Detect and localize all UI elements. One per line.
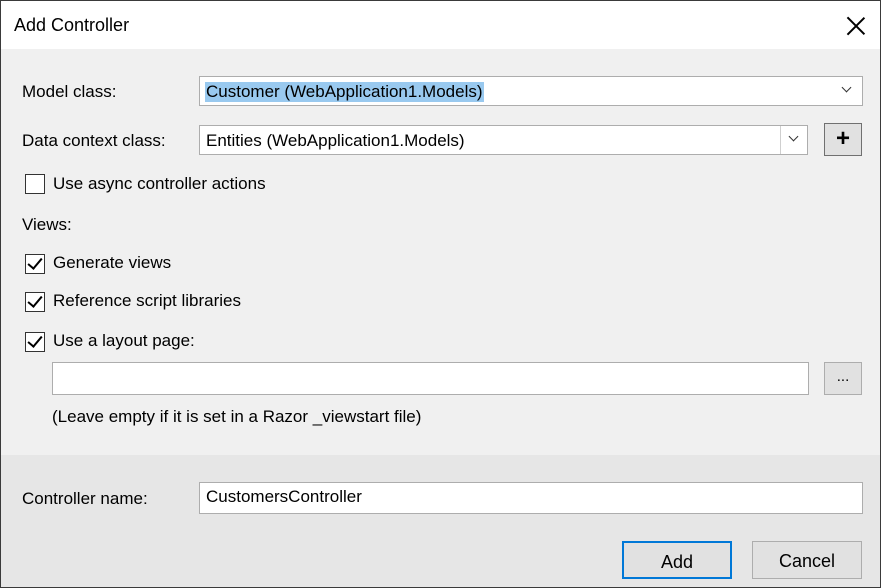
reference-scripts-label[interactable]: Reference script libraries bbox=[53, 291, 241, 311]
layout-page-input[interactable] bbox=[59, 367, 802, 387]
views-heading: Views: bbox=[22, 215, 72, 234]
use-layout-checkbox[interactable] bbox=[25, 332, 45, 352]
generate-views-label[interactable]: Generate views bbox=[53, 253, 171, 273]
controller-name-input[interactable] bbox=[206, 487, 856, 507]
controller-name-field[interactable] bbox=[199, 482, 863, 514]
model-class-label: Model class: bbox=[22, 82, 117, 101]
async-actions-label[interactable]: Use async controller actions bbox=[53, 174, 266, 194]
controller-name-label: Controller name: bbox=[22, 489, 148, 508]
add-controller-dialog: Add Controller Model class: Customer (We… bbox=[0, 0, 881, 588]
cancel-button[interactable]: Cancel bbox=[752, 541, 862, 579]
data-context-dropdown[interactable]: Entities (WebApplication1.Models) bbox=[199, 125, 808, 155]
dialog-title: Add Controller bbox=[14, 15, 130, 35]
cancel-button-label: Cancel bbox=[778, 551, 836, 571]
checkmark-icon bbox=[27, 292, 43, 308]
add-data-context-button[interactable]: + bbox=[824, 123, 862, 156]
chevron-down-icon[interactable] bbox=[840, 83, 854, 97]
checkmark-icon bbox=[27, 332, 43, 348]
close-icon[interactable] bbox=[843, 13, 869, 39]
add-button[interactable]: Add bbox=[622, 541, 732, 579]
checkmark-icon bbox=[27, 254, 43, 270]
title-bar: Add Controller bbox=[1, 1, 880, 49]
generate-views-checkbox[interactable] bbox=[25, 254, 45, 274]
browse-layout-button[interactable]: ... bbox=[824, 362, 862, 395]
bottom-panel bbox=[1, 455, 880, 587]
chevron-down-icon[interactable] bbox=[787, 132, 801, 146]
data-context-label: Data context class: bbox=[22, 131, 166, 150]
data-context-value: Entities (WebApplication1.Models) bbox=[206, 131, 465, 150]
reference-scripts-checkbox[interactable] bbox=[25, 292, 45, 312]
add-button-label: Add bbox=[660, 552, 694, 572]
model-class-dropdown[interactable]: Customer (WebApplication1.Models) bbox=[199, 76, 863, 106]
layout-hint: (Leave empty if it is set in a Razor _vi… bbox=[52, 407, 422, 426]
browse-label: ... bbox=[836, 368, 850, 385]
model-class-value: Customer (WebApplication1.Models) bbox=[205, 82, 484, 102]
layout-page-field[interactable] bbox=[52, 362, 809, 395]
plus-icon: + bbox=[835, 125, 850, 152]
async-actions-checkbox[interactable] bbox=[25, 174, 45, 194]
dropdown-separator bbox=[780, 126, 781, 154]
use-layout-label[interactable]: Use a layout page: bbox=[53, 331, 195, 351]
